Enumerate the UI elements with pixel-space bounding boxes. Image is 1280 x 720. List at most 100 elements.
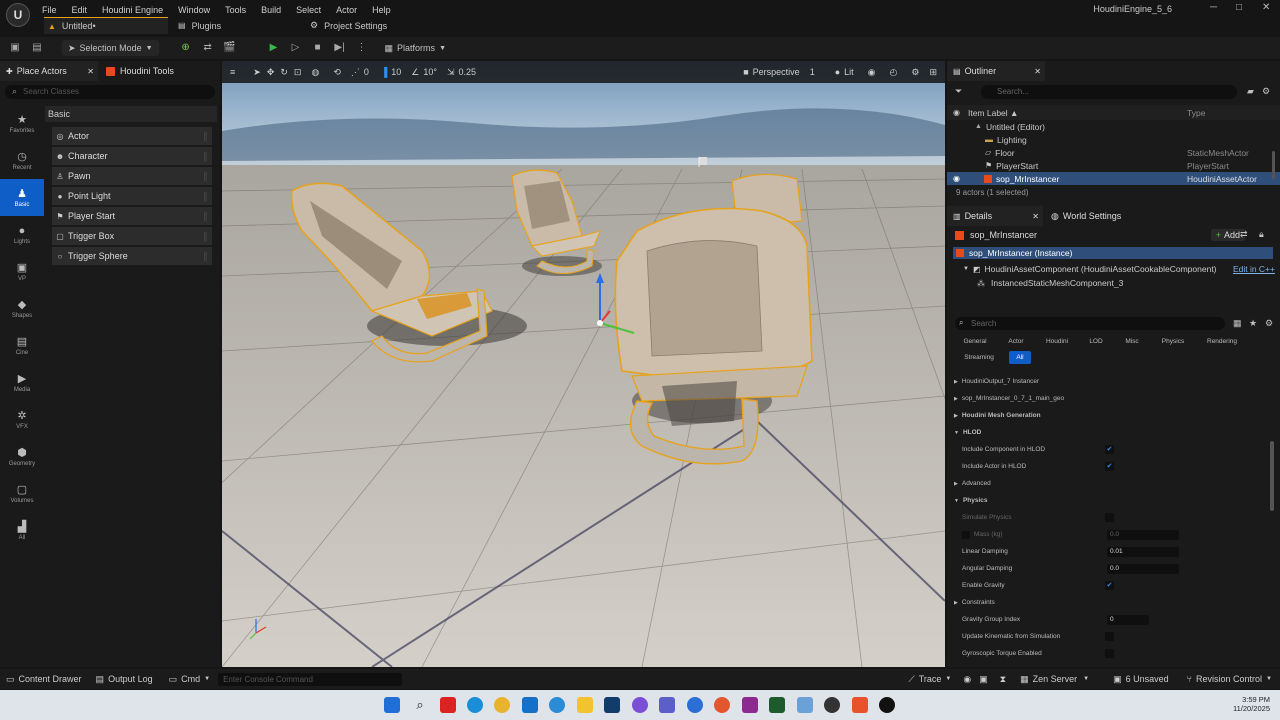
hourglass-icon[interactable]: ⧗ [1000,674,1006,685]
category-recent[interactable]: ◷ Recent [0,142,44,179]
translate-tool-icon[interactable]: ✥ [267,67,275,78]
section-constraints[interactable]: ▶ Constraints [947,594,1267,611]
drag-handle-icon[interactable]: ║ [202,132,208,141]
gravity-group-input[interactable]: 0 [1107,614,1149,625]
chrome-icon[interactable] [494,697,510,713]
drag-handle-icon[interactable]: ║ [202,212,208,221]
edge-icon[interactable] [467,697,483,713]
category-favorites[interactable]: ★ Favorites [0,105,44,142]
cache-icon[interactable]: ▣ [979,674,988,685]
component-houdini-asset-row[interactable]: ▼ ◩ HoudiniAssetComponent (HoudiniAssetC… [963,263,1275,275]
menu-houdini-engine[interactable]: Houdini Engine [102,5,163,15]
houdini-app-icon[interactable] [852,697,868,713]
actor-item-point-light[interactable]: ● Point Light ║ [52,187,212,205]
category-shapes[interactable]: ◆ Shapes [0,290,44,327]
filter-lod[interactable]: LOD [1081,335,1111,348]
maximize-icon[interactable]: □ [1236,2,1242,13]
zen-server-dropdown[interactable]: ▦ Zen Server ▼ [1020,674,1089,685]
category-media[interactable]: ▶ Media [0,364,44,401]
drag-handle-icon[interactable]: ║ [202,152,208,161]
actor-item-trigger-sphere[interactable]: ○ Trigger Sphere ║ [52,247,212,265]
launch-icon[interactable]: ▶| [333,42,347,54]
chat-icon[interactable] [632,697,648,713]
stop-icon[interactable]: ■ [311,42,325,54]
file-explorer-icon[interactable] [577,697,593,713]
menu-select[interactable]: Select [296,5,321,15]
realtime-icon[interactable]: ◴ [890,67,898,78]
close-tab-icon[interactable]: ✕ [87,67,94,76]
menu-file[interactable]: File [42,5,57,15]
menu-help[interactable]: Help [372,5,391,15]
outliner-row-playerstart[interactable]: ⚑ PlayerStart PlayerStart [947,159,1280,172]
lit-dropdown[interactable]: Lit [844,67,854,77]
linear-damping-input[interactable]: 0.01 [1107,546,1179,557]
category-geometry[interactable]: ⬢ Geometry [0,438,44,475]
actor-item-player-start[interactable]: ⚑ Player Start ║ [52,207,212,225]
selection-mode-dropdown[interactable]: ➤ Selection Mode ▼ [62,40,159,56]
star-icon[interactable]: ★ [1249,318,1257,329]
settings-icon[interactable]: ⚙ [911,67,919,78]
section-hlod[interactable]: ▼ HLOD [947,424,1267,441]
drag-handle-icon[interactable]: ║ [202,232,208,241]
outlook-icon[interactable] [522,697,538,713]
teams-icon[interactable] [659,697,675,713]
details-actor-name[interactable]: sop_MrInstancer [970,230,1037,240]
rotate-tool-icon[interactable]: ↻ [280,67,288,78]
add-folder-icon[interactable]: ▰ [1247,86,1254,97]
menu-edit[interactable]: Edit [72,5,88,15]
close-tab-icon[interactable]: ✕ [1034,67,1041,76]
app-icon-2[interactable] [687,697,703,713]
viewport-menu-icon[interactable]: ≡ [230,67,235,77]
category-vfx[interactable]: ✲ VFX [0,401,44,438]
close-icon[interactable]: ✕ [1262,2,1270,13]
scale-snap-value[interactable]: 0.25 [459,67,477,77]
play-icon[interactable]: ▶ [267,42,281,54]
include-actor-checkbox[interactable]: ✔ [1105,462,1114,471]
more-options-icon[interactable]: ⋮ [355,42,369,54]
terminal-app-icon[interactable] [604,697,620,713]
section-houdini-output[interactable]: ▶ HoudiniOutput_7 Instancer [947,373,1267,390]
tab-project-settings[interactable]: ⚙ Project Settings [310,17,387,34]
enable-gravity-checkbox[interactable]: ✔ [1105,581,1114,590]
include-component-checkbox[interactable]: ✔ [1105,445,1114,454]
drag-handle-icon[interactable]: ║ [202,172,208,181]
gyroscopic-torque-checkbox[interactable] [1105,649,1114,658]
close-tab-icon[interactable]: ✕ [1032,212,1039,221]
output-log-button[interactable]: ▤ Output Log [96,674,153,685]
category-cine[interactable]: ▤ Cine [0,327,44,364]
section-advanced[interactable]: ▶ Advanced [947,475,1267,492]
outliner-row-untitled[interactable]: ▲ Untitled (Editor) [947,120,1280,133]
world-space-icon[interactable]: ◍ [311,67,319,78]
scale-snap-icon[interactable]: ⇲ [447,67,455,78]
tab-houdini-tools[interactable]: Houdini Tools [106,61,174,81]
step-icon[interactable]: ▷ [289,42,303,54]
tab-place-actors[interactable]: ✚ Place Actors ✕ [0,61,98,81]
drag-handle-icon[interactable]: ║ [202,192,208,201]
tab-outliner[interactable]: ▤ Outliner ✕ [947,61,1045,81]
search-icon[interactable]: ⌕ [412,697,428,713]
tool-icon[interactable] [797,697,813,713]
section-mesh-generation[interactable]: ▶ Houdini Mesh Generation [947,407,1267,424]
scale-tool-icon[interactable]: ⊡ [294,67,302,78]
mass-value[interactable]: 0.0 [1107,529,1179,540]
settings-icon[interactable]: ⚙ [1265,318,1273,329]
simulate-physics-checkbox[interactable] [1105,513,1114,522]
category-basic[interactable]: ♟ Basic [0,179,44,216]
section-main-geo[interactable]: ▶ sop_MrInstancer_0_7_1_main_geo [947,390,1267,407]
translate-snap-value[interactable]: 10 [391,67,401,77]
table-view-icon[interactable]: ▦ [1233,318,1242,329]
blueprint-icon[interactable]: ⇄ [1240,229,1248,240]
camera-speed-value[interactable]: 1 [810,67,815,77]
show-flags-icon[interactable]: ◉ [868,67,876,78]
tab-details[interactable]: ▥ Details ✕ [947,206,1043,226]
category-lights[interactable]: ● Lights [0,216,44,253]
details-search-input[interactable]: Search [955,317,1225,330]
filter-general[interactable]: General [955,335,995,348]
angular-damping-input[interactable]: 0.0 [1107,563,1179,574]
filter-houdini[interactable]: Houdini [1039,335,1075,348]
surface-snap-icon[interactable]: ⟲ [333,67,341,78]
acrobat-icon[interactable] [440,697,456,713]
outliner-row-lighting[interactable]: ▬ Lighting [947,133,1280,146]
category-all[interactable]: ▟ All [0,512,44,549]
visibility-icon[interactable]: ◉ [953,174,960,183]
